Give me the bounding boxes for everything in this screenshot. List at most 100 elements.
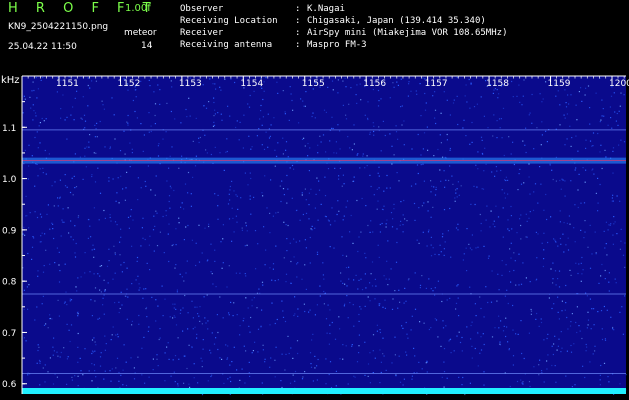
noise-dot [148,79,150,81]
noise-dot [358,320,360,322]
noise-dot [476,186,478,188]
noise-dot [378,187,380,189]
noise-dot [443,361,445,363]
noise-dot [515,284,517,286]
noise-dot [458,194,460,196]
noise-dot [286,238,288,240]
noise-dot [554,270,557,272]
noise-dot [301,194,303,196]
noise-dot [219,152,221,154]
noise-dot [213,121,215,123]
noise-dot [311,225,313,227]
noise-dot [149,269,151,271]
noise-dot [574,204,576,206]
noise-dot [554,365,556,367]
noise-dot [529,211,531,213]
noise-dot [156,358,158,360]
noise-dot [263,90,265,92]
noise-dot [114,252,116,254]
noise-dot [179,273,181,275]
noise-dot [91,315,93,317]
noise-dot [97,167,99,169]
noise-dot [120,228,122,230]
noise-dot [136,256,139,259]
noise-dot [597,311,599,313]
noise-dot [217,331,219,334]
noise-dot [96,122,98,124]
noise-dot [102,304,104,306]
noise-dot [490,210,492,212]
noise-dot [382,337,384,339]
noise-dot [308,311,310,313]
noise-dot [358,352,360,354]
noise-dot [399,301,401,303]
noise-dot [220,113,222,115]
noise-dot [23,337,25,339]
noise-dot [242,147,244,149]
noise-dot [181,202,183,204]
noise-dot [190,193,192,195]
noise-dot [59,356,61,358]
noise-dot [601,263,603,266]
noise-dot [503,192,506,194]
noise-dot [66,304,68,306]
noise-dot [361,197,363,200]
noise-dot [74,256,77,258]
noise-dot [66,186,68,188]
noise-dot [483,170,485,172]
noise-dot [94,136,96,138]
noise-dot [32,104,34,106]
noise-dot [452,183,454,185]
noise-dot [584,231,586,233]
noise-dot [553,343,555,345]
noise-dot [373,134,375,136]
noise-dot [241,229,243,231]
noise-dot [33,110,35,112]
noise-dot [551,169,553,171]
noise-dot [378,175,380,177]
noise-dot [332,89,334,91]
noise-dot [337,79,339,81]
noise-dot [144,180,146,183]
noise-dot [357,288,359,290]
noise-dot [611,197,613,199]
noise-dot [497,216,500,218]
noise-dot [558,286,561,288]
noise-dot [422,163,424,165]
noise-dot [335,370,337,372]
noise-dot [488,255,490,257]
noise-dot [132,99,134,102]
noise-dot [535,318,537,320]
noise-dot [264,175,266,177]
noise-dot [430,327,432,329]
noise-dot [46,213,48,215]
noise-dot [461,350,463,352]
noise-dot [70,324,73,326]
noise-dot [42,167,44,169]
noise-dot [339,167,341,169]
noise-dot [483,343,485,346]
noise-dot [145,306,148,309]
noise-dot [503,325,505,327]
noise-dot [521,352,523,355]
noise-dot [343,183,345,185]
noise-dot [96,136,98,138]
noise-dot [490,301,493,303]
noise-dot [593,324,595,326]
noise-dot [589,140,592,142]
noise-dot [397,84,399,86]
noise-dot [301,192,303,194]
noise-dot [140,123,142,125]
noise-dot [351,344,353,346]
noise-dot [274,149,276,151]
noise-dot [421,205,423,207]
noise-dot [533,366,535,368]
noise-dot [354,376,356,378]
noise-dot [327,304,329,306]
noise-dot [327,168,330,170]
noise-dot [443,91,445,93]
noise-dot [338,210,340,212]
noise-dot [206,294,208,296]
noise-dot [433,186,435,188]
noise-dot [261,144,263,146]
